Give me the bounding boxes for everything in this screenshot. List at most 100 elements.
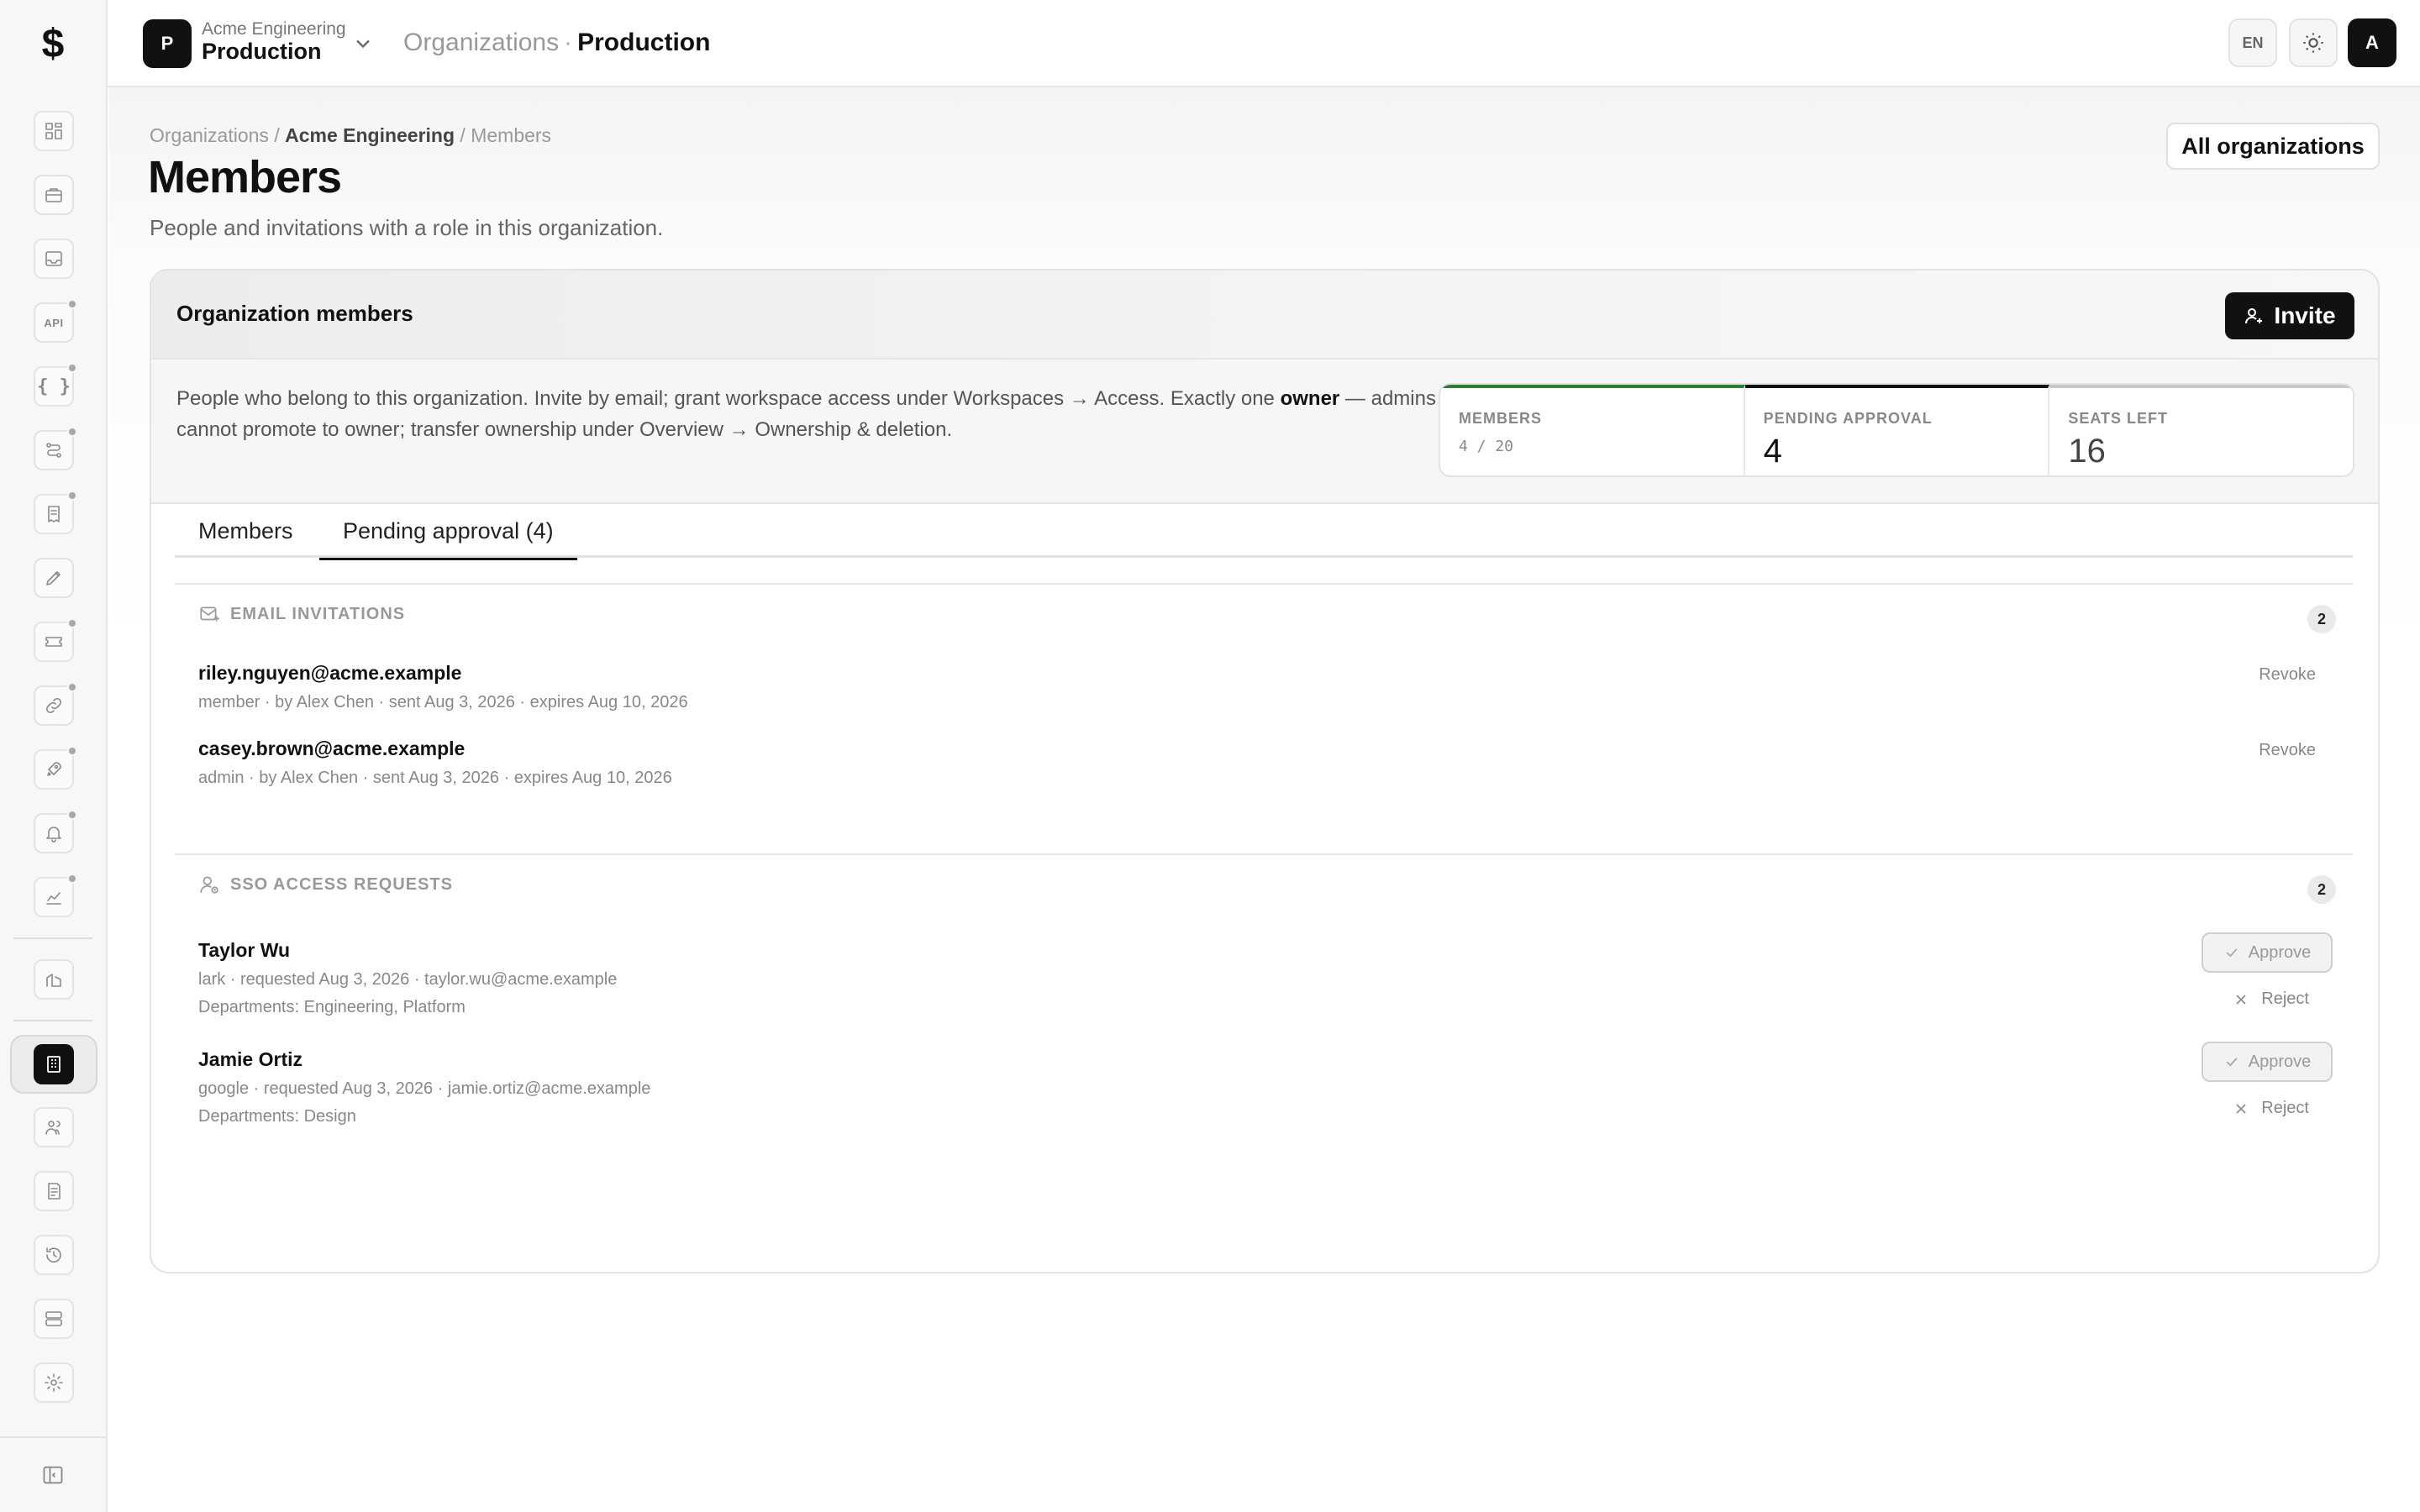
workspace-switcher-button[interactable] <box>351 32 375 55</box>
report-icon <box>48 1183 60 1200</box>
sidebar-toggle-button[interactable] <box>0 1436 106 1512</box>
tab-members[interactable]: Members <box>175 504 317 558</box>
stat-label: MEMBERS <box>1459 410 1543 427</box>
section-count-badge: 2 <box>2307 605 2336 633</box>
request-departments: Departments: Design <box>198 1107 356 1126</box>
description-part: People who belong to this organization. … <box>176 387 1281 410</box>
close-icon <box>2236 994 2246 1005</box>
braces-icon: { } <box>37 375 71 397</box>
reject-label: Reject <box>2261 1099 2309 1117</box>
notification-dot <box>67 363 77 373</box>
all-organizations-button[interactable]: All organizations <box>2166 123 2380 170</box>
user-clock-icon <box>200 876 218 894</box>
notification-dot <box>67 618 77 628</box>
nav-billing[interactable] <box>34 491 77 534</box>
nav-alerts[interactable] <box>34 810 77 853</box>
notification-dot <box>67 491 77 501</box>
dashboard-icon <box>45 123 62 139</box>
request-departments: Departments: Engineering, Platform <box>198 998 466 1016</box>
sun-icon <box>2303 33 2323 53</box>
invitation-row: riley.nguyen@acme.example member · by Al… <box>198 662 2333 712</box>
card-header: Organization members Invite <box>151 270 2378 360</box>
ticket-icon <box>45 637 62 647</box>
users-icon <box>45 1121 60 1135</box>
nav-organization-tile <box>34 1044 74 1084</box>
nav-analytics[interactable] <box>34 874 77 917</box>
section-count-badge: 2 <box>2307 875 2336 904</box>
nav-inbox[interactable] <box>34 239 74 279</box>
workspace-badge[interactable]: P <box>143 19 192 68</box>
nav-users[interactable] <box>34 1107 74 1147</box>
nav-design[interactable] <box>34 558 74 598</box>
stat-label: PENDING APPROVAL <box>1763 410 1933 427</box>
nav-history[interactable] <box>34 1235 74 1275</box>
user-avatar[interactable]: A <box>2348 18 2396 67</box>
revoke-button[interactable]: Revoke <box>2259 741 2316 760</box>
org-name[interactable]: Acme Engineering <box>202 19 346 39</box>
language-button[interactable]: EN <box>2228 18 2277 67</box>
pen-icon <box>46 571 60 585</box>
invitation-meta: member · by Alex Chen · sent Aug 3, 2026… <box>198 693 688 711</box>
chevron-down-icon <box>356 39 370 49</box>
notification-dot <box>67 427 77 437</box>
request-meta: google · requested Aug 3, 2026 · jamie.o… <box>198 1079 651 1098</box>
nav-dashboard[interactable] <box>34 111 74 151</box>
mail-plus-icon <box>200 606 219 622</box>
notification-dot <box>67 810 77 820</box>
nav-api[interactable]: API <box>34 299 77 343</box>
close-icon <box>2236 1103 2246 1114</box>
top-crumb-organizations[interactable]: Organizations <box>403 29 559 56</box>
link-icon <box>45 697 62 714</box>
approve-button[interactable]: Approve <box>2202 932 2333 973</box>
notification-dot <box>67 874 77 884</box>
invitation-email: casey.brown@acme.example <box>198 738 466 759</box>
breadcrumb-organizations[interactable]: Organizations <box>150 124 269 146</box>
invitation-meta: admin · by Alex Chen · sent Aug 3, 2026 … <box>198 769 672 787</box>
nav-projects[interactable] <box>34 175 74 215</box>
workspace-name[interactable]: Production <box>202 39 322 65</box>
nav-reports[interactable] <box>34 1171 74 1211</box>
nav-deploy[interactable] <box>34 746 77 790</box>
stat-value: 4 / 20 <box>1459 438 1514 455</box>
nav-tickets[interactable] <box>34 618 77 662</box>
theme-toggle-button[interactable] <box>2289 18 2338 67</box>
bell-icon <box>46 827 61 843</box>
stat-members: MEMBERS 4 / 20 <box>1440 385 1745 475</box>
top-bar: P Acme Engineering Production Organizati… <box>108 0 2420 87</box>
nav-settings[interactable] <box>34 1362 74 1403</box>
nav-workflows[interactable] <box>34 427 77 470</box>
stat-label: SEATS LEFT <box>2068 410 2169 427</box>
stat-seats-left: SEATS LEFT 16 <box>2049 385 2353 475</box>
nav-links[interactable] <box>34 682 77 726</box>
invite-label: Invite <box>2274 302 2336 328</box>
info-band: People who belong to this organization. … <box>151 360 2378 504</box>
approve-button[interactable]: Approve <box>2202 1042 2333 1082</box>
app-logo[interactable]: $ <box>0 0 106 87</box>
invitation-row: casey.brown@acme.example admin · by Alex… <box>198 738 2333 788</box>
tab-pending-approval[interactable]: Pending approval (4) <box>319 504 577 560</box>
breadcrumb-organization[interactable]: Acme Engineering <box>285 124 455 146</box>
notification-dot <box>67 682 77 692</box>
requester-name: Jamie Ortiz <box>198 1048 302 1070</box>
nav-storage[interactable] <box>34 1299 74 1339</box>
members-description: People who belong to this organization. … <box>176 383 1487 445</box>
section-label: EMAIL INVITATIONS <box>230 604 406 623</box>
inbox-icon <box>45 251 62 266</box>
members-card: Organization members Invite People who b… <box>150 269 2380 1273</box>
description-owner: owner <box>1280 387 1340 410</box>
breadcrumb-separator: / <box>274 124 280 146</box>
reject-button[interactable]: Reject <box>2233 1099 2309 1118</box>
nav-buildings[interactable] <box>34 959 74 1000</box>
nav-code[interactable]: { } <box>34 363 77 407</box>
reject-button[interactable]: Reject <box>2233 990 2309 1009</box>
sso-request-row: Taylor Wu lark · requested Aug 3, 2026 ·… <box>198 932 2333 1017</box>
revoke-button[interactable]: Revoke <box>2259 665 2316 685</box>
sidebar-divider <box>13 937 92 939</box>
stat-value: 4 <box>1763 433 1782 470</box>
stats-panel: MEMBERS 4 / 20 PENDING APPROVAL 4 SEATS … <box>1439 383 2354 477</box>
card-title: Organization members <box>176 301 413 326</box>
invite-button[interactable]: Invite <box>2225 292 2354 339</box>
stat-pending: PENDING APPROVAL 4 <box>1744 385 2050 475</box>
nav-organization-active[interactable] <box>10 1035 97 1094</box>
check-icon <box>2226 948 2238 958</box>
